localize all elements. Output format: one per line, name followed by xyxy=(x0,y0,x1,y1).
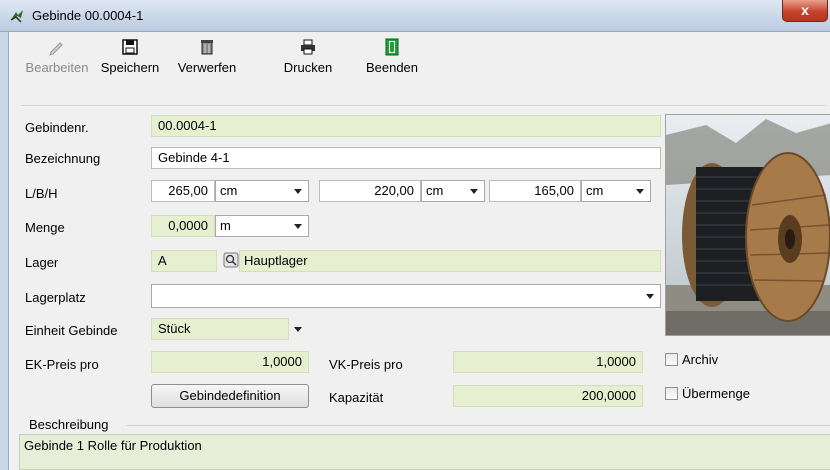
chevron-down-icon xyxy=(294,224,302,229)
chevron-down-icon xyxy=(636,189,644,194)
print-label: Drucken xyxy=(283,60,333,75)
einheit-field[interactable]: Stück xyxy=(151,318,289,340)
menge-field[interactable]: 0,0000 xyxy=(151,215,215,237)
lager-label: Lager xyxy=(25,255,59,270)
kapazitaet-field[interactable]: 200,0000 xyxy=(453,385,643,407)
window-body: Bearbeiten Speichern Verwerfen Drucken B… xyxy=(8,32,830,470)
exit-button[interactable]: Beenden xyxy=(361,36,423,92)
toolbar-separator xyxy=(21,105,826,106)
close-button[interactable]: x xyxy=(782,0,828,22)
lbh-label: L/B/H xyxy=(25,186,58,201)
lagerplatz-label: Lagerplatz xyxy=(25,290,86,305)
cable-spool-image xyxy=(666,115,830,335)
vk-label: VK-Preis pro xyxy=(329,357,403,372)
floppy-disk-icon xyxy=(122,39,138,55)
einheit-dropdown[interactable] xyxy=(289,318,309,340)
lager-code-field[interactable]: A xyxy=(151,250,217,272)
app-icon xyxy=(10,10,23,23)
width-unit-value: cm xyxy=(426,183,444,198)
bezeichnung-label: Bezeichnung xyxy=(25,151,101,166)
chevron-down-icon xyxy=(470,189,478,194)
beschreibung-label: Beschreibung xyxy=(29,417,109,432)
discard-button[interactable]: Verwerfen xyxy=(169,36,245,92)
lookup-icon[interactable] xyxy=(223,252,239,268)
exit-label: Beenden xyxy=(365,60,419,75)
gebindenr-label: Gebindenr. xyxy=(25,120,89,135)
edit-label: Bearbeiten xyxy=(25,60,89,75)
gebindedefinition-button[interactable]: Gebindedefinition xyxy=(151,384,309,408)
gebindenr-field[interactable]: 00.0004-1 xyxy=(151,115,661,137)
height-unit-select[interactable]: cm xyxy=(581,180,651,202)
chevron-down-icon xyxy=(646,294,654,299)
ek-field[interactable]: 1,0000 xyxy=(151,351,309,373)
length-field[interactable]: 265,00 xyxy=(151,180,215,202)
length-unit-select[interactable]: cm xyxy=(215,180,309,202)
vk-field[interactable]: 1,0000 xyxy=(453,351,643,373)
beschreibung-field[interactable]: Gebinde 1 Rolle für Produktion xyxy=(19,434,830,470)
height-field[interactable]: 165,00 xyxy=(489,180,581,202)
save-button[interactable]: Speichern xyxy=(95,36,165,92)
print-button[interactable]: Drucken xyxy=(277,36,339,92)
exit-door-icon xyxy=(385,38,399,56)
edit-button[interactable]: Bearbeiten xyxy=(19,36,95,92)
window-title: Gebinde 00.0004-1 xyxy=(32,8,144,23)
save-label: Speichern xyxy=(100,60,160,75)
chevron-down-icon xyxy=(294,189,302,194)
archiv-checkbox[interactable] xyxy=(665,353,678,366)
bezeichnung-field[interactable]: Gebinde 4-1 xyxy=(151,147,661,169)
length-unit-value: cm xyxy=(220,183,238,198)
ek-label: EK-Preis pro xyxy=(25,357,99,372)
menge-unit-value: m xyxy=(220,218,231,233)
toolbar: Bearbeiten Speichern Verwerfen Drucken B… xyxy=(9,32,830,98)
kapazitaet-label: Kapazität xyxy=(329,390,384,405)
chevron-down-icon xyxy=(294,327,302,332)
lager-name-field: Hauptlager xyxy=(239,250,661,272)
height-unit-value: cm xyxy=(586,183,604,198)
pencil-icon xyxy=(49,42,63,56)
beschreibung-divider xyxy=(127,425,830,426)
menge-label: Menge xyxy=(25,220,65,235)
einheit-label: Einheit Gebinde xyxy=(25,323,118,338)
width-unit-select[interactable]: cm xyxy=(421,180,485,202)
trash-can-icon xyxy=(201,40,213,55)
discard-label: Verwerfen xyxy=(177,60,237,75)
archiv-label: Archiv xyxy=(682,352,719,367)
lagerplatz-select[interactable] xyxy=(151,284,661,308)
title-bar: Gebinde 00.0004-1 x xyxy=(0,0,830,32)
menge-unit-select[interactable]: m xyxy=(215,215,309,237)
printer-icon xyxy=(301,39,315,55)
product-image xyxy=(665,114,830,336)
uebermenge-label: Übermenge xyxy=(682,386,750,401)
width-field[interactable]: 220,00 xyxy=(319,180,421,202)
uebermenge-checkbox[interactable] xyxy=(665,387,678,400)
